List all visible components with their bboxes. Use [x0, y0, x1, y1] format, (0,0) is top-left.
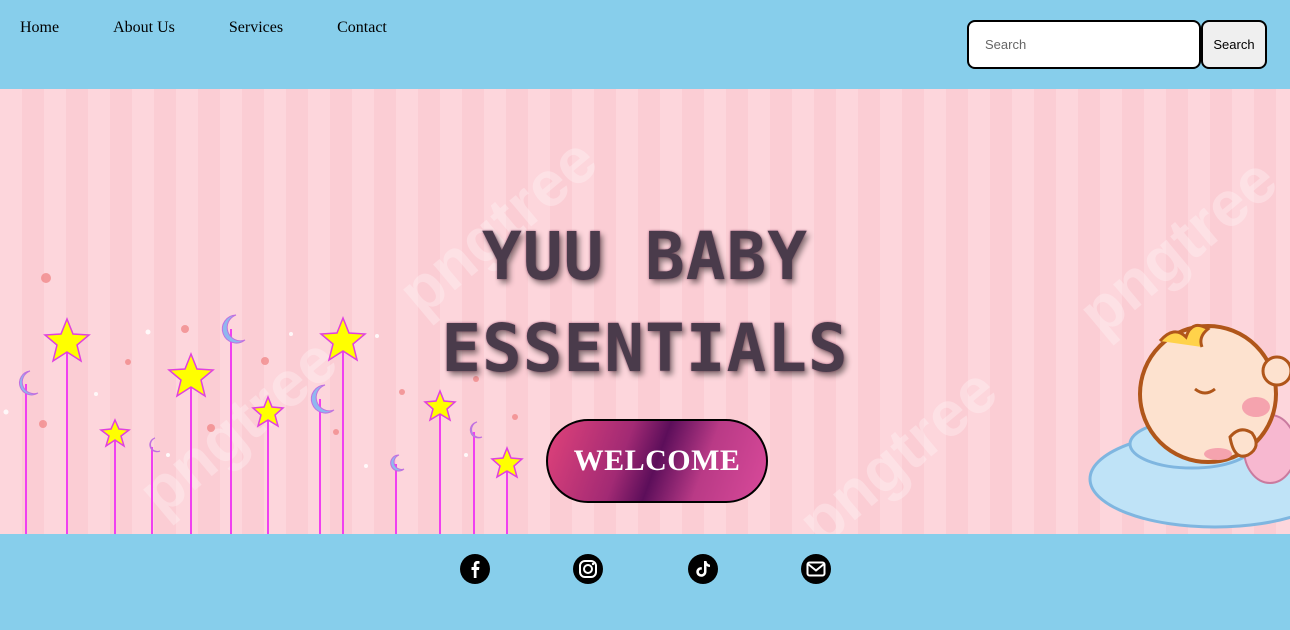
instagram-icon[interactable]	[573, 554, 603, 584]
brand-title-line2: ESSENTIALS	[441, 310, 849, 387]
tiktok-icon[interactable]	[688, 554, 718, 584]
welcome-button[interactable]: WELCOME	[546, 419, 768, 503]
moon-icon	[469, 421, 483, 439]
header-bar: Home About Us Services Contact Search	[0, 0, 1290, 89]
brand-title: YUU BABY ESSENTIALS	[0, 211, 1290, 395]
main-nav: Home About Us Services Contact	[20, 19, 441, 37]
nav-contact-link[interactable]: Contact	[337, 19, 387, 37]
nav-home-link[interactable]: Home	[20, 19, 59, 37]
nav-services-link[interactable]: Services	[229, 19, 283, 37]
search-form: Search	[967, 20, 1267, 69]
footer-bar	[0, 534, 1290, 630]
search-input[interactable]	[967, 20, 1201, 69]
moon-icon	[149, 437, 161, 453]
search-button[interactable]: Search	[1201, 20, 1267, 69]
brand-title-line1: YUU BABY	[482, 218, 808, 295]
hero-banner: pngtree pngtree pngtree pngtree YUU BABY…	[0, 89, 1290, 534]
email-icon[interactable]	[801, 554, 831, 584]
facebook-icon[interactable]	[460, 554, 490, 584]
nav-about-link[interactable]: About Us	[113, 19, 175, 37]
moon-icon	[390, 454, 405, 472]
